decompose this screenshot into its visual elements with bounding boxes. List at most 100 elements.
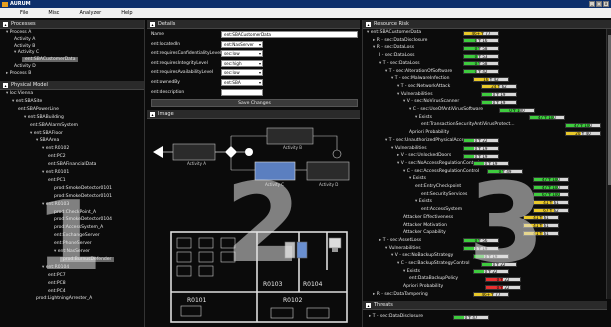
tree-item[interactable]: ▾ ent:SBABuilding	[24, 115, 64, 121]
field-label: ent:description	[151, 89, 185, 95]
chevron-down-icon[interactable]: ▾	[259, 42, 261, 48]
tree-item[interactable]: ent:SBAAlarmSystem	[30, 123, 78, 129]
tree-item[interactable]: Activity A	[14, 37, 35, 43]
activity-box[interactable]	[266, 127, 314, 145]
threats-header[interactable]: ▴ Threats	[363, 301, 607, 310]
image-header[interactable]: ▴ Image	[147, 110, 360, 119]
tree-item[interactable]: ▾ ent:SBAFloor	[30, 131, 63, 137]
chevron-down-icon[interactable]: ▾	[259, 51, 261, 57]
field-input[interactable]	[221, 88, 263, 96]
room-label: R0101	[187, 297, 207, 304]
physical-model-header[interactable]: ▴ Physical Model	[0, 81, 144, 90]
tree-item[interactable]: Apriori Probability	[409, 130, 449, 136]
field-label: ent:ownedBy	[151, 80, 180, 85]
tree-item[interactable]: ▾ SBAArea	[36, 138, 59, 144]
tree-item[interactable]: ▾ C - sec:UseOfAntiVirusSoftware	[409, 107, 483, 113]
collapse-icon[interactable]: ▴	[3, 82, 8, 88]
tree-item[interactable]: ▾ ent:SBASite	[12, 99, 42, 105]
tree-item[interactable]: I - sec:DataLoss	[379, 53, 415, 59]
tree-item[interactable]: ▾ T - sec:AlterationOfSoftware	[385, 69, 452, 75]
menu-help[interactable]: Help	[121, 10, 132, 16]
tree-item[interactable]: ▾ Vulnerabilities	[385, 246, 421, 252]
tree-item[interactable]: Attacker Capability	[403, 230, 446, 236]
menu-misc[interactable]: Misc	[48, 10, 59, 16]
close-button[interactable]: x	[603, 1, 609, 7]
tree-item[interactable]: ▸ V - sec:UnlockedDoors	[397, 153, 451, 159]
tree-item[interactable]: ▾ V - sec:NoVirusScanner	[403, 99, 459, 105]
risk-bar-label: 0 ∑ 19	[474, 153, 488, 159]
menu-analyzer[interactable]: Analyzer	[79, 10, 101, 16]
tree-item[interactable]: ent:SecurityServices	[421, 192, 467, 198]
tree-item[interactable]: prod:LightningArrester_A	[36, 296, 92, 302]
field-input[interactable]: ent:SBACustomerData	[221, 31, 358, 38]
tree-item[interactable]: ent:SBAFinancialData	[48, 162, 96, 168]
collapse-icon[interactable]: ▴	[366, 21, 371, 27]
tree-item[interactable]: ▾ Exists	[415, 199, 432, 205]
chevron-down-icon[interactable]: ▾	[259, 80, 261, 86]
tree-item[interactable]: ▾ Exists	[409, 176, 426, 182]
tree-item[interactable]: ▾ T - sec:DataLoss	[379, 61, 420, 67]
activity-box[interactable]	[172, 143, 216, 161]
menu-file[interactable]: File	[20, 10, 28, 16]
collapse-icon[interactable]: ▴	[150, 21, 155, 27]
tree-item[interactable]: Attacker Motivation	[403, 223, 447, 229]
minimize-button[interactable]: _	[589, 1, 595, 7]
tree-item[interactable]: ▾ C - sec:BackupStrategyControl	[397, 261, 469, 267]
maximize-button[interactable]: □	[596, 1, 602, 7]
tree-item[interactable]: ▾ V - sec:NoAccessRegulationControl	[397, 161, 479, 167]
tree-item[interactable]: ▾ V - sec:NoBackupStrategy	[391, 253, 453, 259]
tree-item[interactable]: ▾ ent:SBACustomerData	[367, 30, 421, 36]
tree-item[interactable]: ▸ R - sec:DataTampering	[373, 292, 428, 298]
chevron-down-icon[interactable]: ▾	[259, 70, 261, 76]
tree-item[interactable]: ▸ T - sec:AssetLoss	[379, 238, 421, 244]
tree-item[interactable]: ent:SBACustomerData	[22, 57, 79, 63]
tree-item[interactable]: ▸ R - sec:DataDisclosure	[373, 38, 427, 44]
tree-item[interactable]: ▸ T - sec:DataDisclosure	[369, 314, 423, 320]
tree-item[interactable]: ▾ ent:R0102	[42, 146, 69, 152]
tree-item[interactable]: Activity B	[14, 44, 35, 50]
resource-risk-header[interactable]: ▴ Resource Risk	[363, 20, 611, 29]
field-input[interactable]: sec:high ▾	[221, 59, 263, 67]
tree-item[interactable]: ▸ Process B	[6, 71, 31, 77]
collapse-icon[interactable]: ▴	[150, 111, 155, 117]
processes-header[interactable]: ▴ Processes	[0, 20, 144, 29]
field-input[interactable]: ent:SBA ▾	[221, 79, 263, 86]
tree-item[interactable]: ▾ Vulnerabilities	[397, 92, 433, 98]
computer-icon[interactable]	[328, 237, 342, 252]
tree-item[interactable]: ▾ R - sec:DataLoss	[373, 45, 414, 51]
tree-item[interactable]: ent:EntryCheckpoint	[415, 184, 461, 190]
tree-item[interactable]: ▾ ent:R0101	[42, 170, 69, 176]
risk-bar-label: 0 ∑ 19	[474, 146, 488, 151]
tree-item[interactable]: ent:TransactionSecurityAntiVirusProtect.…	[421, 122, 515, 128]
tree-item[interactable]: ▾ loc:Vienna	[6, 91, 33, 97]
room-label: R0102	[283, 297, 303, 304]
tree-item[interactable]: ▾ T - sec:NetworkAttack	[397, 84, 450, 90]
tree-item[interactable]: Activity D	[14, 64, 36, 70]
chevron-down-icon[interactable]: ▾	[259, 61, 261, 67]
tree-item[interactable]: ▾ Activity C	[14, 50, 39, 56]
tree-item[interactable]: ▾ Vulnerabilities	[391, 146, 427, 152]
collapse-icon[interactable]: ▴	[366, 302, 371, 308]
tree-item[interactable]: ▾ T - sec:UnauthorizedPhysicalAccess	[385, 138, 469, 144]
field-input[interactable]: ent:NasServer ▾	[221, 40, 263, 48]
tree-item[interactable]: Attacker Effectiveness	[403, 215, 453, 221]
tree-item[interactable]: ▾ Exists	[403, 269, 420, 275]
tree-item[interactable]: ent:PC2	[48, 154, 66, 160]
tree-item[interactable]: ▾ T - sec:MalwareInfection	[391, 76, 450, 82]
field-label: ent:requiresConfidentialityLevel	[151, 51, 222, 57]
details-header[interactable]: ▴ Details	[147, 20, 360, 29]
field-input[interactable]: sec:low ▾	[221, 50, 263, 58]
tree-item[interactable]: ▾ Process A	[6, 30, 31, 36]
tree-item[interactable]: ent:SBAPowerLine	[18, 107, 59, 113]
risk-bar: 0 ∑ 16	[463, 38, 499, 44]
tree-item[interactable]: Apriori Probability	[403, 284, 443, 290]
tree-item[interactable]: ent:AccessSystem	[421, 207, 462, 213]
tree-item[interactable]: ▾ Exists	[415, 115, 432, 121]
tree-item-label: Activity C	[17, 50, 40, 56]
field-input[interactable]: sec:low ▾	[221, 69, 263, 77]
risk-scrollbar[interactable]	[606, 29, 611, 299]
save-changes-button[interactable]: Save Changes	[151, 99, 358, 107]
activity-box[interactable]	[306, 161, 350, 181]
tree-item[interactable]: ent:DataBackupPolicy	[409, 276, 458, 282]
collapse-icon[interactable]: ▴	[3, 21, 8, 27]
